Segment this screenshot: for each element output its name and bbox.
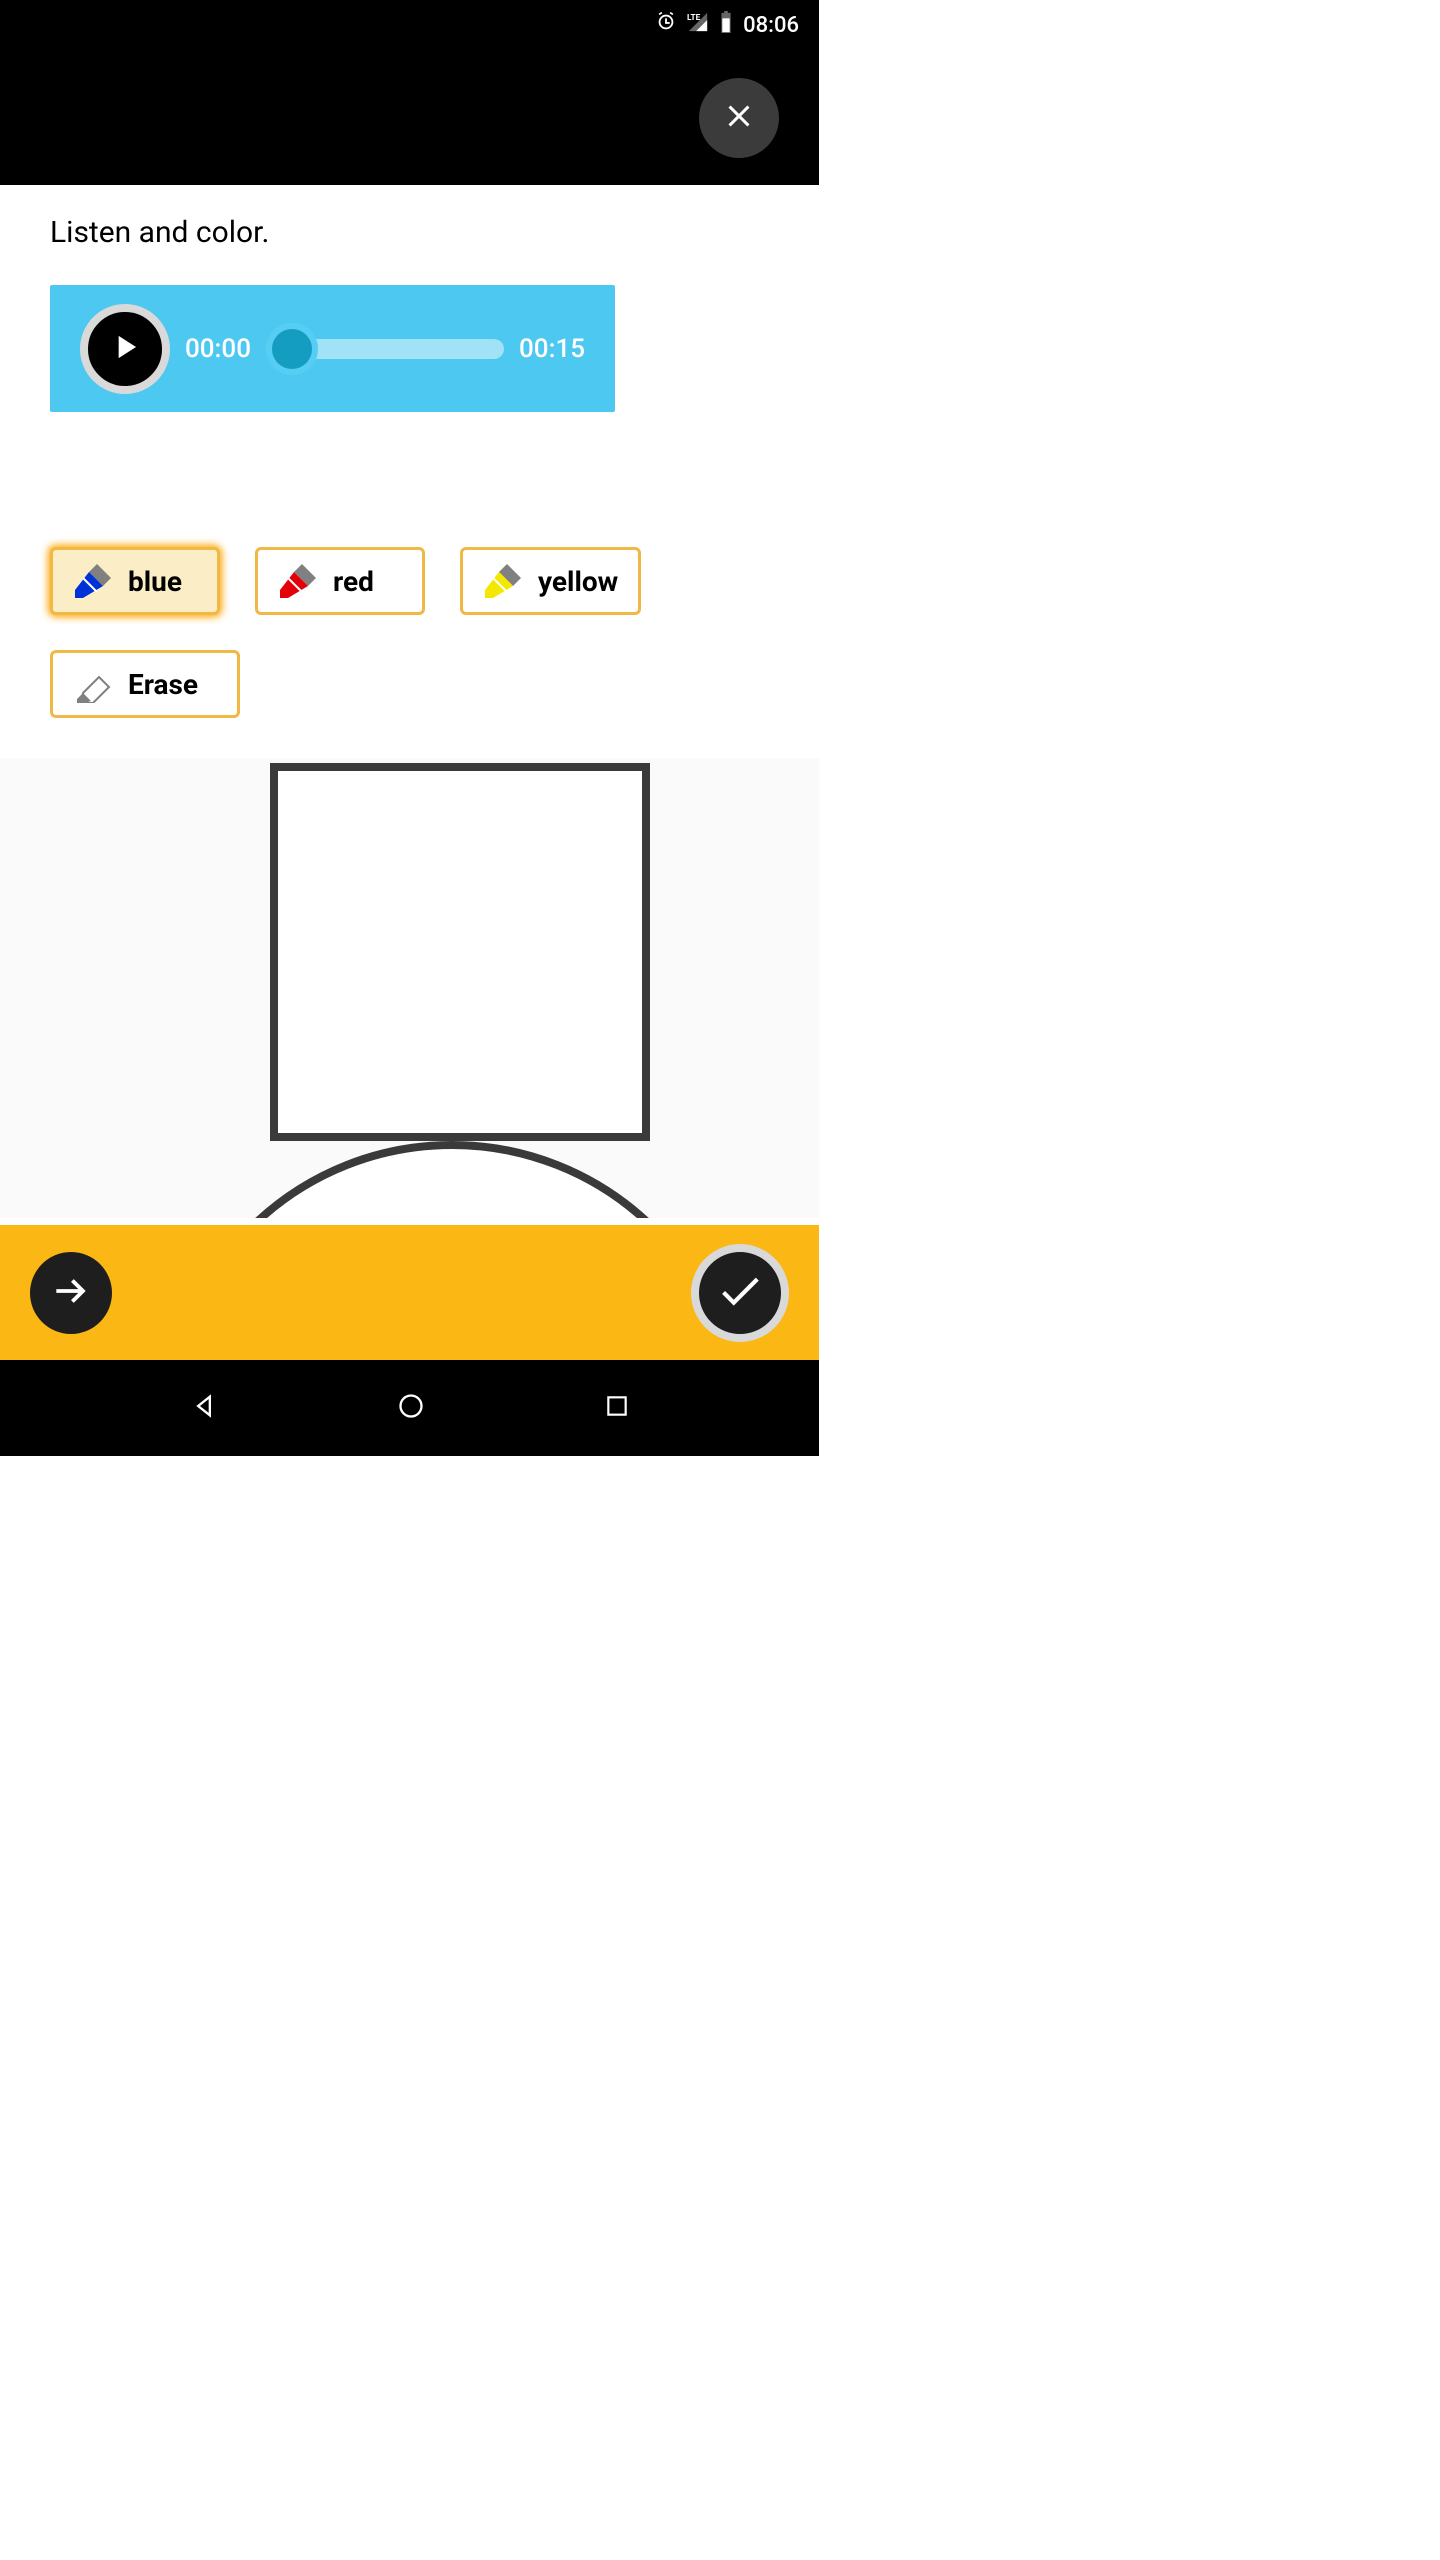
confirm-button[interactable]: [691, 1244, 789, 1342]
play-icon: [106, 328, 144, 370]
shape-square[interactable]: [270, 763, 650, 1141]
tool-label: yellow: [538, 565, 618, 598]
color-tool-yellow[interactable]: yellow: [460, 547, 641, 615]
play-button[interactable]: [80, 304, 170, 394]
audio-player: 00:00 00:15: [50, 285, 615, 412]
app-header: [0, 50, 819, 185]
status-bar: LTE 08:06: [0, 0, 819, 50]
crayon-icon: [278, 562, 318, 600]
tool-label: red: [333, 565, 374, 598]
triangle-back-icon: [190, 1409, 218, 1424]
clock-time: 08:06: [743, 13, 799, 38]
circle-home-icon: [397, 1409, 425, 1424]
bottom-bar: [0, 1225, 819, 1360]
network-icon: LTE: [687, 11, 709, 39]
shape-circle[interactable]: [162, 1141, 742, 1218]
tool-label: blue: [128, 565, 182, 598]
battery-icon: [719, 11, 733, 39]
drawing-canvas[interactable]: [0, 758, 819, 1218]
close-button[interactable]: [699, 78, 779, 158]
recents-button[interactable]: [604, 1393, 630, 1423]
content-area: Listen and color. 00:00 00:15 blue red: [0, 185, 819, 1218]
home-button[interactable]: [397, 1392, 425, 1424]
back-button[interactable]: [190, 1392, 218, 1424]
audio-total-time: 00:15: [519, 334, 585, 364]
tool-palette: blue red yellow Erase: [50, 547, 769, 718]
close-icon: [721, 98, 757, 138]
audio-current-time: 00:00: [185, 334, 251, 364]
color-tool-blue[interactable]: blue: [50, 547, 220, 615]
crayon-icon: [483, 562, 523, 600]
color-tool-red[interactable]: red: [255, 547, 425, 615]
erase-tool[interactable]: Erase: [50, 650, 240, 718]
tool-label: Erase: [128, 668, 198, 701]
system-nav-bar: [0, 1360, 819, 1456]
audio-scrubber[interactable]: [266, 339, 504, 359]
scrubber-thumb[interactable]: [266, 323, 318, 375]
check-icon: [715, 1266, 765, 1320]
square-recents-icon: [604, 1408, 630, 1423]
alarm-icon: [655, 11, 677, 39]
eraser-icon: [73, 665, 113, 703]
arrow-right-icon: [49, 1269, 93, 1317]
crayon-icon: [73, 562, 113, 600]
next-button[interactable]: [30, 1252, 112, 1334]
instruction-text: Listen and color.: [50, 215, 769, 250]
